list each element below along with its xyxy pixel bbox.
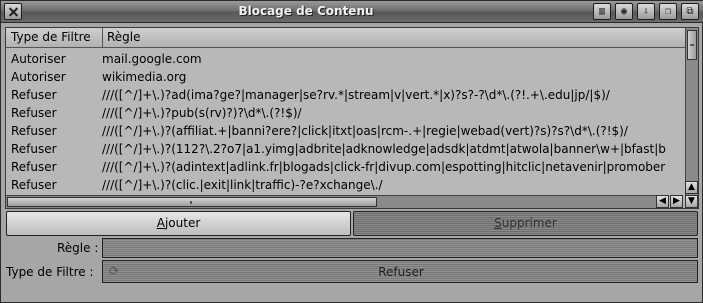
row-rule: ///([^/]+\.)?pub(s(rv)?)?\d*\.(?!$)/: [102, 106, 302, 120]
rule-input[interactable]: [102, 238, 698, 258]
horizontal-scroll-thumb[interactable]: [7, 197, 377, 207]
column-divider[interactable]: [102, 28, 103, 48]
scroll-down-icon[interactable]: ▼: [685, 195, 698, 208]
snapshot-icon[interactable]: ◉: [615, 3, 633, 20]
vertical-scrollbar[interactable]: [685, 28, 698, 195]
delete-button[interactable]: Supprimer: [353, 211, 698, 236]
row-rule: ///([^/]+\.)?ad(ima?ge?|manager|se?rv.*|…: [102, 88, 610, 102]
row-rule: ///([^/]+\.)?(112?\.2?o7|a1.yimg|adbrite…: [102, 142, 666, 156]
filter-type-cycle[interactable]: ⟳ Refuser: [102, 260, 698, 283]
vertical-scroll-thumb[interactable]: [687, 30, 697, 60]
column-header-type[interactable]: Type de Filtre: [11, 30, 91, 44]
add-button-label: jouter: [164, 216, 201, 230]
table-row[interactable]: Autoriser wikimedia.org: [6, 68, 685, 86]
row-rule: ///([^/]+\.)?(clic.|exit|link|traffic)-?…: [102, 178, 383, 192]
table-row[interactable]: Refuser ///([^/]+\.)?(clic.|exit|link|tr…: [6, 176, 685, 194]
list-header: Type de Filtre Règle: [6, 28, 685, 48]
row-type: Autoriser: [11, 52, 66, 66]
zoom-icon[interactable]: ⧉: [681, 3, 699, 20]
row-rule: wikimedia.org: [102, 70, 187, 84]
filter-type-value: Refuser: [378, 265, 424, 279]
column-header-rule[interactable]: Règle: [107, 30, 141, 44]
rule-label: Règle :: [57, 241, 99, 255]
row-rule: ///([^/]+\.)?(adintext|adlink.fr|blogads…: [102, 160, 666, 174]
scroll-up-icon[interactable]: ▲: [685, 181, 698, 194]
delete-button-mnemonic: S: [494, 216, 502, 230]
popup-icon[interactable]: ⇩: [637, 3, 655, 20]
content-blocking-window: Blocage de Contenu ▥ ◉ ⇩ ❐ ⧉ Type de Fil…: [0, 0, 703, 303]
row-type: Refuser: [11, 88, 57, 102]
table-row[interactable]: Refuser ///([^/]+\.)?(adintext|adlink.fr…: [6, 158, 685, 176]
scroll-left-icon[interactable]: ◀: [656, 195, 669, 208]
window-title: Blocage de Contenu: [238, 4, 374, 18]
row-rule: mail.google.com: [102, 52, 202, 66]
add-button-mnemonic: A: [156, 216, 165, 230]
table-row[interactable]: Autoriser mail.google.com: [6, 50, 685, 68]
row-rule: ///([^/]+\.)?(affiliat.+|banni?ere?|clic…: [102, 124, 628, 138]
table-row[interactable]: Refuser ///([^/]+\.)?(112?\.2?o7|a1.yimg…: [6, 140, 685, 158]
row-type: Refuser: [11, 124, 57, 138]
iconify-icon[interactable]: ▥: [593, 3, 611, 20]
row-type: Refuser: [11, 106, 57, 120]
row-type: Refuser: [11, 160, 57, 174]
table-row[interactable]: Refuser ///([^/]+\.)?pub(s(rv)?)?\d*\.(?…: [6, 104, 685, 122]
row-type: Autoriser: [11, 70, 66, 84]
depth-icon[interactable]: ❐: [659, 3, 677, 20]
title-bar[interactable]: Blocage de Contenu ▥ ◉ ⇩ ❐ ⧉: [1, 1, 703, 23]
horizontal-scrollbar[interactable]: [6, 195, 656, 208]
row-type: Refuser: [11, 142, 57, 156]
table-row[interactable]: Refuser ///([^/]+\.)?ad(ima?ge?|manager|…: [6, 86, 685, 104]
delete-button-label: upprimer: [501, 216, 557, 230]
row-type: Refuser: [11, 178, 57, 192]
table-row[interactable]: Refuser ///([^/]+\.)?(affiliat.+|banni?e…: [6, 122, 685, 140]
filter-type-label: Type de Filtre :: [6, 265, 94, 279]
scroll-right-icon[interactable]: ▶: [670, 195, 683, 208]
add-button[interactable]: Ajouter: [6, 211, 351, 236]
filter-list[interactable]: Type de Filtre Règle Autoriser mail.goog…: [5, 27, 699, 209]
